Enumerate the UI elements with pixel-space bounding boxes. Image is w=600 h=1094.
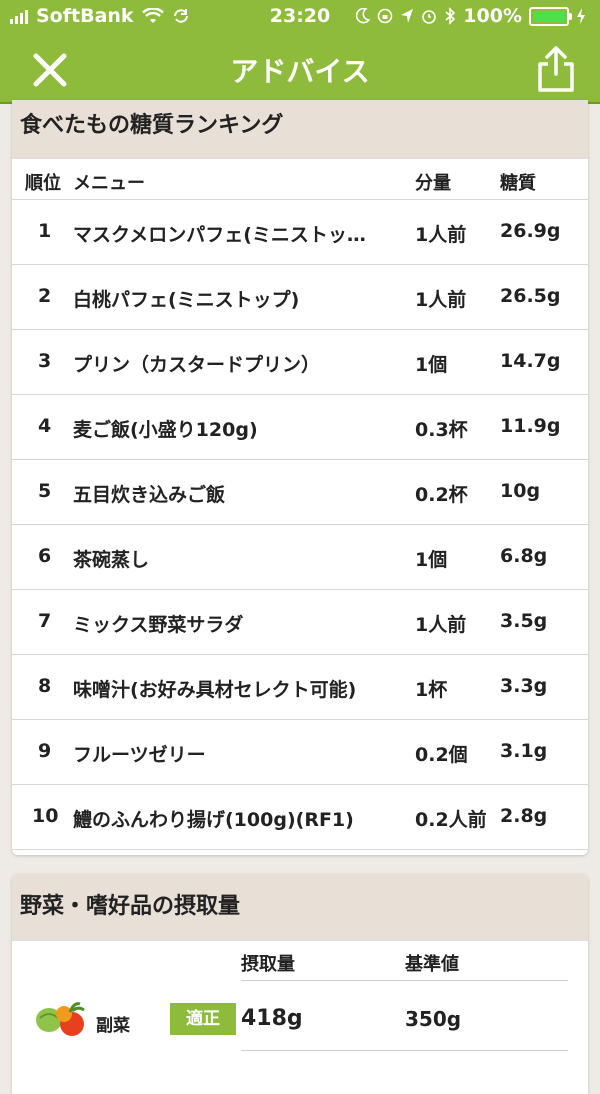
sugar-cell: 26.9g (500, 220, 561, 242)
ranking-title: 食べたもの糖質ランキング (12, 100, 588, 159)
intake-row: 副菜 適正 418g 350g (12, 986, 588, 1052)
header-amount: 分量 (415, 173, 451, 194)
rank-cell: 4 (38, 415, 52, 437)
intake-divider (241, 980, 568, 981)
rank-cell: 3 (38, 350, 52, 372)
menu-cell: 味噌汁(お好み具材セレクト可能) (73, 679, 357, 701)
charging-icon (577, 8, 585, 24)
page-title: アドバイス (230, 55, 370, 88)
alarm-icon (422, 10, 437, 24)
amount-cell: 1人前 (415, 289, 467, 311)
sugar-cell: 26.5g (500, 285, 561, 307)
menu-cell: 茶碗蒸し (73, 549, 150, 571)
row-divider (241, 1050, 568, 1051)
header-standard: 基準値 (405, 954, 459, 975)
category-label: 副菜 (96, 1016, 130, 1036)
header-intake: 摂取量 (241, 954, 295, 975)
ranking-row[interactable]: 2 白桃パフェ(ミニストップ) 1人前 26.5g (12, 264, 588, 329)
menu-cell: 五目炊き込みご飯 (73, 484, 226, 506)
intake-value: 418g (241, 1006, 303, 1031)
ranking-row[interactable]: 4 麦ご飯(小盛り120g) 0.3杯 11.9g (12, 394, 588, 459)
rank-cell: 5 (38, 480, 52, 502)
ranking-row[interactable]: 8 味噌汁(お好み具材セレクト可能) 1杯 3.3g (12, 654, 588, 719)
menu-cell: 白桃パフェ(ミニストップ) (73, 289, 300, 311)
amount-cell: 1個 (415, 549, 448, 571)
sugar-cell: 6.8g (500, 545, 548, 567)
amount-cell: 0.3杯 (415, 419, 468, 441)
amount-cell: 1人前 (415, 224, 467, 246)
ranking-end-divider (12, 849, 588, 850)
ranking-header-row: 順位 メニュー 分量 糖質 (12, 159, 588, 199)
rank-cell: 6 (38, 545, 52, 567)
intake-card: 野菜・嗜好品の摂取量 摂取量 基準値 副菜 適正 418g 350g (12, 874, 588, 1094)
nav-bar: アドバイス (0, 34, 600, 104)
sugar-ranking-card: 食べたもの糖質ランキング 順位 メニュー 分量 糖質 1 マスクメロンパフェ(ミニ… (12, 100, 588, 855)
header-rank: 順位 (25, 173, 61, 194)
rank-cell: 7 (38, 610, 52, 632)
location-icon (401, 9, 414, 23)
share-icon[interactable] (534, 44, 578, 94)
bluetooth-icon (445, 7, 456, 25)
rank-cell: 1 (38, 220, 52, 242)
battery-icon (529, 6, 572, 26)
menu-cell: フルーツゼリー (73, 744, 206, 766)
ranking-row[interactable]: 7 ミックス野菜サラダ 1人前 3.5g (12, 589, 588, 654)
standard-value: 350g (405, 1007, 462, 1031)
sugar-cell: 10g (500, 480, 541, 502)
menu-cell: 麦ご飯(小盛り120g) (73, 419, 258, 441)
ranking-row[interactable]: 10 鱧のふんわり揚げ(100g)(RF1) 0.2人前 2.8g (12, 784, 588, 849)
amount-cell: 0.2杯 (415, 484, 468, 506)
menu-cell: プリン（カスタードプリン） (73, 354, 321, 376)
ranking-row[interactable]: 3 プリン（カスタードプリン） 1個 14.7g (12, 329, 588, 394)
ranking-row[interactable]: 1 マスクメロンパフェ(ミニストッ… 1人前 26.9g (12, 199, 588, 264)
status-right: 100% (356, 5, 586, 27)
header-menu: メニュー (73, 173, 145, 194)
ranking-row[interactable]: 9 フルーツゼリー 0.2個 3.1g (12, 719, 588, 784)
header-sugar: 糖質 (500, 173, 536, 194)
amount-cell: 0.2人前 (415, 809, 487, 831)
rank-cell: 2 (38, 285, 52, 307)
sugar-cell: 11.9g (500, 415, 561, 437)
sugar-cell: 14.7g (500, 350, 561, 372)
ranking-row[interactable]: 5 五目炊き込みご飯 0.2杯 10g (12, 459, 588, 524)
menu-cell: 鱧のふんわり揚げ(100g)(RF1) (73, 809, 354, 831)
rank-cell: 8 (38, 675, 52, 697)
lock-rotation-icon (377, 8, 393, 24)
rank-cell: 9 (38, 740, 52, 762)
status-badge: 適正 (170, 1003, 236, 1035)
ranking-row[interactable]: 6 茶碗蒸し 1個 6.8g (12, 524, 588, 589)
moon-icon (356, 8, 371, 24)
sugar-cell: 3.5g (500, 610, 548, 632)
amount-cell: 1人前 (415, 614, 467, 636)
amount-cell: 0.2個 (415, 744, 468, 766)
amount-cell: 1個 (415, 354, 448, 376)
rank-cell: 10 (32, 805, 59, 827)
vegetables-icon (36, 1002, 85, 1036)
intake-title: 野菜・嗜好品の摂取量 (12, 874, 588, 941)
sugar-cell: 3.3g (500, 675, 548, 697)
menu-cell: ミックス野菜サラダ (73, 614, 244, 636)
menu-cell: マスクメロンパフェ(ミニストッ… (73, 224, 366, 246)
status-bar: SoftBank 23:20 100% (0, 0, 600, 34)
sugar-cell: 2.8g (500, 805, 548, 827)
amount-cell: 1杯 (415, 679, 448, 701)
battery-label: 100% (463, 5, 522, 27)
sugar-cell: 3.1g (500, 740, 548, 762)
